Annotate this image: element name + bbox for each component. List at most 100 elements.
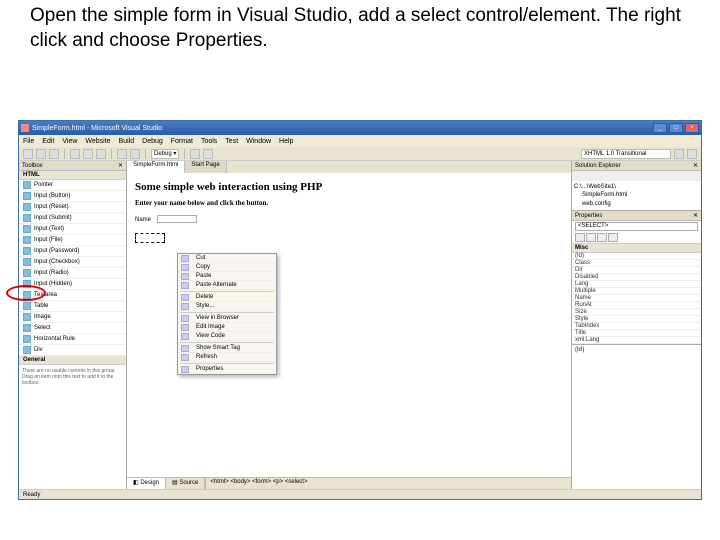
toolbox-item[interactable]: Table <box>19 301 126 312</box>
property-row[interactable]: RunAt <box>572 302 701 309</box>
menu-debug[interactable]: Debug <box>142 138 163 145</box>
menu-tools[interactable]: Tools <box>201 138 217 145</box>
toolbar-button[interactable] <box>130 149 140 159</box>
property-row[interactable]: Size <box>572 309 701 316</box>
menu-test[interactable]: Test <box>225 138 238 145</box>
menu-window[interactable]: Window <box>246 138 271 145</box>
property-row[interactable]: Multiple <box>572 288 701 295</box>
toolbox-item[interactable]: Horizontal Rule <box>19 334 126 345</box>
toolbox-item[interactable]: Select <box>19 323 126 334</box>
toolbox-item[interactable]: Input (Radio) <box>19 268 126 279</box>
toolbox-item[interactable]: Input (Hidden) <box>19 279 126 290</box>
toolbox-item[interactable]: Input (Button) <box>19 191 126 202</box>
context-menu-item[interactable]: Refresh <box>178 353 276 362</box>
property-row[interactable]: xml:Lang <box>572 337 701 344</box>
toolbox-item[interactable]: Image <box>19 312 126 323</box>
property-row[interactable]: Name <box>572 295 701 302</box>
categorized-button[interactable] <box>575 233 585 242</box>
tab-simpleform[interactable]: SimpleForm.html <box>127 161 185 173</box>
minimize-button[interactable]: _ <box>653 123 667 133</box>
toolbox-item-icon <box>23 247 31 255</box>
property-row[interactable]: TabIndex <box>572 323 701 330</box>
panel-close-icon[interactable]: ✕ <box>118 162 123 169</box>
solution-root[interactable]: C:\...\WebSite1\ <box>574 183 699 191</box>
design-surface[interactable]: Some simple web interaction using PHP En… <box>127 173 571 477</box>
property-row[interactable]: (Id) <box>572 253 701 260</box>
panel-close-icon[interactable]: ✕ <box>693 162 698 169</box>
property-row[interactable]: Lang <box>572 281 701 288</box>
menu-file[interactable]: File <box>23 138 34 145</box>
property-row[interactable]: Class <box>572 260 701 267</box>
toolbar-button[interactable] <box>687 149 697 159</box>
toolbox-item-icon <box>23 203 31 211</box>
toolbar-button[interactable] <box>23 149 33 159</box>
context-menu-item[interactable]: View Code <box>178 332 276 341</box>
context-menu-item[interactable]: Properties <box>178 365 276 374</box>
toolbar-button[interactable] <box>49 149 59 159</box>
property-row[interactable]: Dir <box>572 267 701 274</box>
context-menu-item[interactable]: Style... <box>178 302 276 311</box>
menu-item-icon <box>181 282 189 289</box>
toolbar-button[interactable] <box>203 149 213 159</box>
panel-close-icon[interactable]: ✕ <box>693 212 698 219</box>
solution-toolbar-button[interactable] <box>574 172 583 180</box>
properties-button[interactable] <box>597 233 607 242</box>
toolbar-button[interactable] <box>96 149 106 159</box>
toolbox-item[interactable]: Input (Submit) <box>19 213 126 224</box>
properties-selector[interactable]: <SELECT> <box>575 222 698 231</box>
context-menu-item[interactable]: Paste Alternate <box>178 281 276 290</box>
toolbox-item[interactable]: Pointer <box>19 180 126 191</box>
toolbox-item[interactable]: Input (Text) <box>19 224 126 235</box>
toolbox-item[interactable]: Input (Checkbox) <box>19 257 126 268</box>
context-menu-item[interactable]: View in Browser <box>178 314 276 323</box>
toolbox-empty-msg: There are no usable controls in this gro… <box>19 365 126 389</box>
property-category[interactable]: Misc <box>572 243 701 253</box>
solution-toolbar-button[interactable] <box>604 172 613 180</box>
property-row[interactable]: Style <box>572 316 701 323</box>
tab-startpage[interactable]: Start Page <box>185 161 226 173</box>
name-input[interactable] <box>157 215 197 223</box>
doctype-dropdown[interactable]: XHTML 1.0 Transitional <box>581 149 671 159</box>
toolbar-button[interactable] <box>117 149 127 159</box>
source-tab[interactable]: ▤ Source <box>166 478 205 489</box>
toolbar-button[interactable] <box>36 149 46 159</box>
toolbox-item[interactable]: Div <box>19 345 126 356</box>
toolbox-item-icon <box>23 225 31 233</box>
toolbox-group-general[interactable]: General <box>19 356 126 365</box>
toolbox-group-html[interactable]: HTML <box>19 171 126 180</box>
toolbar-button[interactable] <box>674 149 684 159</box>
context-menu-item[interactable]: Cut <box>178 254 276 263</box>
property-row[interactable]: Disabled <box>572 274 701 281</box>
select-control[interactable] <box>135 233 165 243</box>
context-menu-item[interactable]: Copy <box>178 263 276 272</box>
toolbar-button[interactable] <box>70 149 80 159</box>
solution-item[interactable]: web.config <box>574 200 699 208</box>
toolbox-item[interactable]: Input (Reset) <box>19 202 126 213</box>
debug-dropdown[interactable]: Debug ▾ <box>151 149 179 159</box>
maximize-button[interactable]: □ <box>669 123 683 133</box>
events-button[interactable] <box>608 233 618 242</box>
tag-navigator: <html> <body> <form> <p> <select> <box>205 478 571 489</box>
context-menu-item[interactable]: Edit Image <box>178 323 276 332</box>
menu-edit[interactable]: Edit <box>42 138 54 145</box>
solution-item[interactable]: SimpleForm.html <box>574 191 699 199</box>
context-menu-item[interactable]: Paste <box>178 272 276 281</box>
solution-toolbar-button[interactable] <box>584 172 593 180</box>
menu-help[interactable]: Help <box>279 138 293 145</box>
menu-website[interactable]: Website <box>85 138 110 145</box>
toolbox-item[interactable]: Input (Password) <box>19 246 126 257</box>
menu-view[interactable]: View <box>62 138 77 145</box>
design-tab[interactable]: ◧ Design <box>127 478 166 489</box>
toolbar-button[interactable] <box>190 149 200 159</box>
context-menu-item[interactable]: Delete <box>178 293 276 302</box>
menu-format[interactable]: Format <box>171 138 193 145</box>
solution-toolbar-button[interactable] <box>594 172 603 180</box>
menu-build[interactable]: Build <box>119 138 135 145</box>
toolbox-item[interactable]: Input (File) <box>19 235 126 246</box>
alphabetical-button[interactable] <box>586 233 596 242</box>
property-row[interactable]: Title <box>572 330 701 337</box>
context-menu-item[interactable]: Show Smart Tag <box>178 344 276 353</box>
toolbar-button[interactable] <box>83 149 93 159</box>
close-button[interactable]: × <box>685 123 699 133</box>
toolbox-item[interactable]: Textarea <box>19 290 126 301</box>
